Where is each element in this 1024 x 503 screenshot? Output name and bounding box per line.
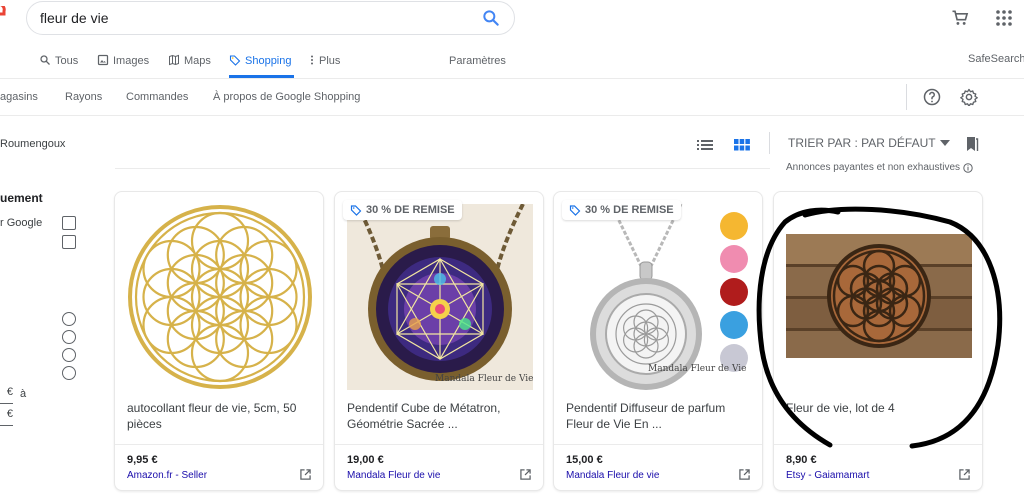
shop-nav-rayons[interactable]: Rayons [65, 91, 102, 103]
filter-option-label: r Google [0, 217, 43, 229]
search-icon[interactable] [481, 8, 501, 28]
product-seller[interactable]: Amazon.fr - Seller [127, 470, 207, 481]
tab-label: Images [113, 55, 150, 67]
gear-icon[interactable] [960, 88, 978, 106]
divider [554, 444, 762, 445]
tag-icon [229, 55, 241, 66]
tag-icon [350, 205, 362, 216]
external-link-icon[interactable] [300, 469, 311, 480]
product-card[interactable]: 30 % DE REMISE Mandala Fleur de Vie Pend… [553, 191, 763, 491]
product-image[interactable] [786, 234, 972, 358]
shop-nav-about[interactable]: À propos de Google Shopping [213, 91, 360, 103]
product-seller[interactable]: Etsy - Gaiamamart [786, 470, 869, 481]
product-price: 19,00 € [347, 454, 384, 466]
location-label[interactable]: Roumengoux [0, 138, 65, 150]
safesearch-link[interactable]: SafeSearch [968, 53, 1024, 65]
tab-label: Shopping [245, 55, 292, 67]
search-icon [40, 55, 50, 65]
filter-radio[interactable] [62, 312, 76, 326]
sort-dropdown[interactable]: TRIER PAR : PAR DÉFAUT [788, 136, 950, 150]
ads-note: Annonces payantes et non exhaustives [786, 162, 973, 173]
grid-view-icon[interactable] [734, 138, 750, 152]
tag-icon [569, 205, 581, 216]
divider [774, 444, 982, 445]
product-price: 15,00 € [566, 454, 603, 466]
filter-heading: uement [0, 191, 43, 205]
list-view-icon[interactable] [697, 138, 713, 152]
shop-nav-commandes[interactable]: Commandes [126, 91, 188, 103]
tab-maps[interactable]: Maps [168, 54, 211, 84]
tab-tous[interactable]: Tous [39, 54, 78, 84]
google-logo-fragment[interactable] [0, 6, 6, 20]
image-watermark: Mandala Fleur de Vie [435, 374, 533, 384]
chevron-down-icon [939, 140, 950, 146]
euro-symbol: € [6, 386, 13, 398]
divider [115, 444, 323, 445]
search-input[interactable] [40, 10, 460, 26]
filter-radio[interactable] [62, 366, 76, 380]
map-icon [169, 54, 179, 66]
euro-symbol: € [6, 408, 13, 420]
external-link-icon[interactable] [959, 469, 970, 480]
divider [0, 78, 1024, 79]
product-card[interactable]: Fleur de vie, lot de 4 8,90 € Etsy - Gai… [773, 191, 983, 491]
product-title[interactable]: Fleur de vie, lot de 4 [786, 400, 972, 416]
sort-label: TRIER PAR : PAR DÉFAUT [788, 136, 936, 150]
tab-label: Tous [55, 55, 79, 67]
product-card[interactable]: autocollant fleur de vie, 5cm, 50 pièces… [114, 191, 324, 491]
price-max-input[interactable]: € [0, 408, 13, 426]
discount-text: 30 % DE REMISE [366, 204, 455, 216]
divider [335, 444, 543, 445]
divider [115, 168, 770, 169]
product-seller[interactable]: Mandala Fleur de vie [347, 470, 440, 481]
apps-grid-icon[interactable] [995, 9, 1013, 27]
ads-note-text: Annonces payantes et non exhaustives [786, 162, 961, 173]
tab-plus[interactable]: Plus [309, 54, 340, 84]
metatron-cube-pendant-image [347, 204, 533, 390]
more-vert-icon [311, 55, 313, 65]
external-link-icon[interactable] [520, 469, 531, 480]
filter-radio[interactable] [62, 330, 76, 344]
shop-nav-magasins[interactable]: agasins [0, 91, 38, 103]
price-min-input[interactable]: € [0, 386, 13, 404]
bookmark-icon[interactable] [965, 136, 979, 152]
filter-checkbox[interactable] [62, 216, 76, 230]
discount-text: 30 % DE REMISE [585, 204, 674, 216]
filter-radio[interactable] [62, 348, 76, 362]
image-icon [97, 54, 109, 66]
tab-label: Plus [319, 55, 341, 67]
product-price: 9,95 € [127, 454, 158, 466]
wooden-flower-of-life-image [786, 234, 972, 358]
product-card[interactable]: 30 % DE REMISE Mandala Fleur de Vie Pend… [334, 191, 544, 491]
help-icon[interactable] [923, 88, 941, 106]
product-title[interactable]: autocollant fleur de vie, 5cm, 50 pièces [127, 400, 313, 432]
tab-label: Maps [184, 55, 211, 67]
discount-badge: 30 % DE REMISE [343, 200, 462, 220]
product-price: 8,90 € [786, 454, 817, 466]
external-link-icon[interactable] [739, 469, 750, 480]
discount-badge: 30 % DE REMISE [562, 200, 681, 220]
perfume-diffuser-pendant-image [566, 204, 752, 390]
settings-link[interactable]: Paramètres [449, 55, 506, 67]
product-title[interactable]: Pendentif Diffuseur de parfum Fleur de V… [566, 400, 752, 432]
divider [769, 132, 770, 154]
product-image[interactable] [127, 204, 313, 390]
divider [906, 84, 907, 110]
product-image[interactable]: Mandala Fleur de Vie [566, 204, 752, 390]
filter-checkbox[interactable] [62, 235, 76, 249]
product-seller[interactable]: Mandala Fleur de vie [566, 470, 659, 481]
shopping-cart-icon[interactable] [950, 8, 970, 28]
price-to-label: à [20, 388, 27, 400]
flower-of-life-sticker-image [128, 205, 312, 389]
tab-images[interactable]: Images [97, 54, 149, 84]
image-watermark: Mandala Fleur de Vie [648, 364, 747, 374]
product-title[interactable]: Pendentif Cube de Métatron, Géométrie Sa… [347, 400, 533, 432]
search-box[interactable] [26, 1, 515, 35]
divider [0, 115, 1024, 116]
tab-shopping[interactable]: Shopping [229, 54, 294, 78]
info-icon[interactable] [963, 162, 973, 173]
product-image[interactable]: Mandala Fleur de Vie [347, 204, 533, 390]
